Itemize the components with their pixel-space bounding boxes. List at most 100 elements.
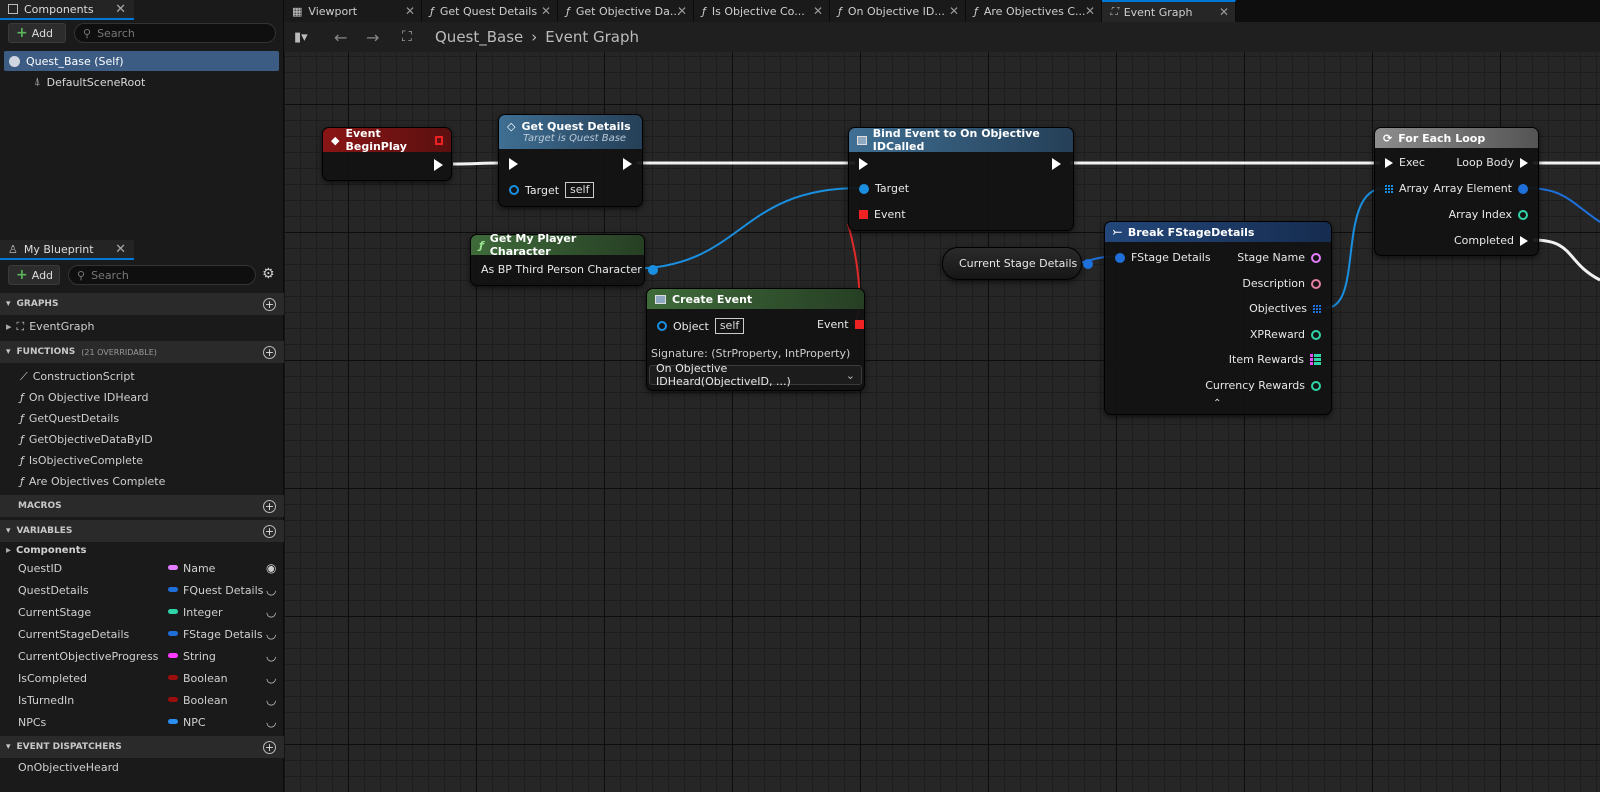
components-search-input[interactable]: ⚲ Search xyxy=(74,23,276,43)
eye-closed-icon[interactable]: ◡ xyxy=(266,627,276,641)
variable-type[interactable]: FStage Details xyxy=(183,628,263,641)
variable-item[interactable]: NPCs NPC ◡ xyxy=(0,711,284,733)
element-out-pin[interactable] xyxy=(1518,183,1528,194)
breadcrumb-blueprint[interactable]: Quest_Base xyxy=(435,28,523,46)
blueprint-search-input[interactable]: ⚲ Search xyxy=(68,265,256,285)
close-icon[interactable]: ✕ xyxy=(405,4,415,18)
node-break-fstage[interactable]: ⤚ Break FStageDetails FStage Details Sta… xyxy=(1104,221,1332,415)
object-pin[interactable] xyxy=(657,321,667,331)
eye-closed-icon[interactable]: ◡ xyxy=(266,715,276,729)
variable-type[interactable]: Boolean xyxy=(183,694,228,707)
tab-event-graph[interactable]: ⛶ Event Graph ✕ xyxy=(1102,0,1236,22)
target-pin[interactable] xyxy=(859,183,869,194)
output-description[interactable]: Description xyxy=(1242,277,1321,290)
close-icon[interactable]: ✕ xyxy=(949,4,959,18)
exec-in-pin[interactable] xyxy=(859,158,868,170)
eye-closed-icon[interactable]: ◡ xyxy=(266,605,276,619)
delegate-pin[interactable] xyxy=(434,135,443,145)
tab-are-objectives-c[interactable]: ƒ Are Objectives C... ✕ xyxy=(966,0,1102,22)
tab-on-objective-id[interactable]: ƒ On Objective ID... ✕ xyxy=(830,0,966,22)
close-icon[interactable]: ✕ xyxy=(115,2,126,17)
eye-closed-icon[interactable]: ◡ xyxy=(266,583,276,597)
target-pin-row[interactable]: Target xyxy=(859,182,909,195)
section-variables[interactable]: ▾ VARIABLES + xyxy=(0,520,284,542)
close-icon[interactable]: ✕ xyxy=(541,4,551,18)
tab-get-objective-da[interactable]: ƒ Get Objective Da... ✕ xyxy=(558,0,694,22)
loop-body-row[interactable]: Loop Body xyxy=(1456,156,1528,169)
node-current-stage-details[interactable]: Current Stage Details xyxy=(942,247,1094,280)
object-pin-row[interactable]: Object self xyxy=(657,318,745,334)
object-default-value[interactable]: self xyxy=(714,318,745,334)
exec-out-pin[interactable] xyxy=(1520,235,1528,246)
tab-is-objective-co[interactable]: ƒ Is Objective Co... ✕ xyxy=(694,0,830,22)
variable-item[interactable]: CurrentStageDetails FStage Details ◡ xyxy=(0,623,284,645)
struct-in-row[interactable]: FStage Details xyxy=(1115,251,1211,264)
variable-type[interactable]: Boolean xyxy=(183,672,228,685)
event-out-pin[interactable] xyxy=(854,320,864,329)
array-in-row[interactable]: Array xyxy=(1385,182,1429,195)
add-variable-button[interactable]: + xyxy=(263,524,276,538)
function-item[interactable]: ƒ On Objective IDHeard xyxy=(0,387,284,408)
map-pin[interactable] xyxy=(1310,354,1321,365)
target-pin[interactable] xyxy=(509,185,519,195)
exec-in-row[interactable]: Exec xyxy=(1385,156,1425,169)
component-item-self[interactable]: Quest_Base (Self) xyxy=(4,51,279,71)
function-item[interactable]: ƒ IsObjectiveComplete xyxy=(0,450,284,471)
event-pin[interactable] xyxy=(859,210,868,219)
variable-type[interactable]: Integer xyxy=(183,606,223,619)
event-pin-row[interactable]: Event xyxy=(859,208,906,221)
add-graph-button[interactable]: + xyxy=(263,297,276,311)
array-in-pin[interactable] xyxy=(1385,184,1393,193)
node-get-player-character[interactable]: ƒ Get My Player Character As BP Third Pe… xyxy=(470,232,658,286)
name-pin[interactable] xyxy=(1311,252,1321,263)
function-item[interactable]: ⟋ ConstructionScript xyxy=(0,366,284,387)
add-dispatcher-button[interactable]: + xyxy=(263,740,276,754)
node-event-beginplay[interactable]: ◆ Event BeginPlay xyxy=(322,127,452,181)
exec-out-pin[interactable] xyxy=(434,159,443,171)
target-default-value[interactable]: self xyxy=(565,182,595,198)
component-item-defaultsceneroot[interactable]: ⍋ DefaultSceneRoot xyxy=(4,72,279,92)
variable-item[interactable]: QuestID Name ◉ xyxy=(0,557,284,579)
add-macro-button[interactable]: + xyxy=(263,499,276,513)
output-xpreward[interactable]: XPReward xyxy=(1250,328,1321,341)
variable-type[interactable]: String xyxy=(183,650,216,663)
node-get-quest-details[interactable]: ◇ Get Quest Details Target is Quest Base … xyxy=(498,114,643,207)
eye-closed-icon[interactable]: ◡ xyxy=(266,649,276,663)
integer-pin[interactable] xyxy=(1311,329,1321,340)
my-blueprint-tab[interactable]: ♙ My Blueprint ✕ xyxy=(0,240,134,260)
array-index-row[interactable]: Array Index xyxy=(1449,208,1528,221)
function-item[interactable]: ƒ Are Objectives Complete xyxy=(0,471,284,492)
breadcrumb-graph[interactable]: Event Graph xyxy=(545,28,639,46)
bookmark-icon[interactable]: ▮▾ xyxy=(294,30,308,45)
struct-in-pin[interactable] xyxy=(1115,252,1125,263)
target-pin-row[interactable]: Target self xyxy=(509,182,595,198)
close-icon[interactable]: ✕ xyxy=(1085,4,1095,18)
node-create-event[interactable]: Create Event Object self Event Signature… xyxy=(646,288,865,391)
variable-type[interactable]: FQuest Details xyxy=(183,584,263,597)
output-objectives[interactable]: Objectives xyxy=(1249,302,1321,315)
function-item[interactable]: ƒ GetQuestDetails xyxy=(0,408,284,429)
array-element-row[interactable]: Array Element xyxy=(1433,182,1528,195)
variable-type[interactable]: Name xyxy=(183,562,215,575)
section-macros[interactable]: MACROS + xyxy=(0,495,284,517)
section-graphs[interactable]: ▾ GRAPHS + xyxy=(0,293,284,315)
event-out-row[interactable]: Event xyxy=(817,318,864,331)
variable-item[interactable]: CurrentObjectiveProgress String ◡ xyxy=(0,645,284,667)
eye-open-icon[interactable]: ◉ xyxy=(266,561,276,575)
exec-out-pin[interactable] xyxy=(1520,157,1528,168)
close-icon[interactable]: ✕ xyxy=(813,4,823,18)
add-function-button[interactable]: + xyxy=(263,345,276,359)
collapse-chevron-icon[interactable]: ⌃ xyxy=(1213,398,1221,409)
graph-item-eventgraph[interactable]: ▸ ⛶ EventGraph xyxy=(0,316,284,337)
completed-row[interactable]: Completed xyxy=(1454,234,1528,247)
variable-type[interactable]: NPC xyxy=(183,716,206,729)
output-stage-name[interactable]: Stage Name xyxy=(1237,251,1321,264)
variable-item[interactable]: IsCompleted Boolean ◡ xyxy=(0,667,284,689)
output-currency-rewards[interactable]: Currency Rewards xyxy=(1205,379,1321,392)
function-select[interactable]: On Objective IDHeard(ObjectiveID, ...) ⌄ xyxy=(649,362,862,388)
output-pin[interactable] xyxy=(647,264,658,275)
eye-closed-icon[interactable]: ◡ xyxy=(266,671,276,685)
components-tab[interactable]: Components ✕ xyxy=(0,0,134,20)
exec-in-pin[interactable] xyxy=(509,158,518,170)
section-event-dispatchers[interactable]: ▾ EVENT DISPATCHERS + xyxy=(0,736,284,758)
